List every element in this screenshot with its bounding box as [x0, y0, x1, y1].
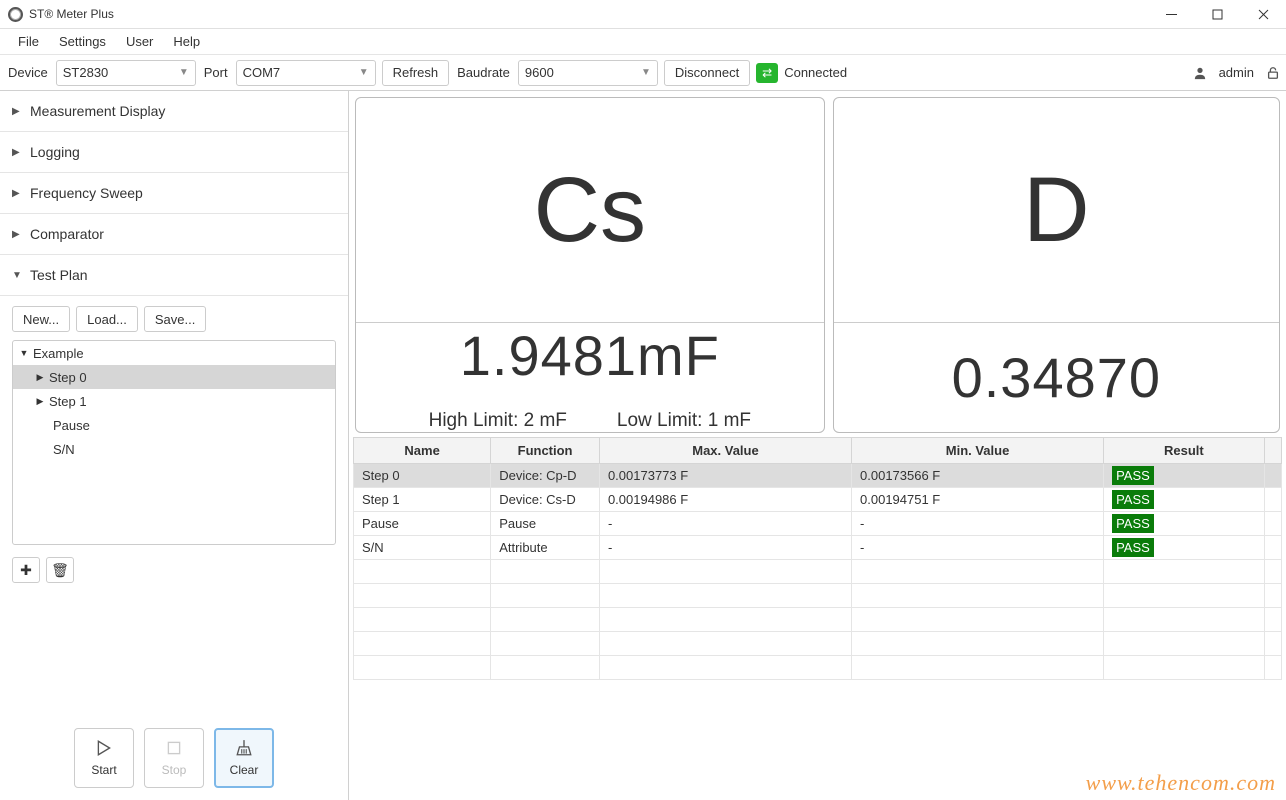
panel-primary-title: Cs [356, 98, 824, 323]
tree-item-pause[interactable]: Pause [13, 413, 335, 437]
port-select[interactable]: COM7 ▼ [236, 60, 376, 86]
window-close-button[interactable] [1240, 0, 1286, 28]
user-icon [1193, 66, 1207, 80]
chevron-down-icon: ▼ [641, 67, 651, 78]
start-button[interactable]: Start [74, 728, 134, 788]
table-row-empty [354, 560, 1282, 584]
accordion-measurement-display[interactable]: ▶Measurement Display [0, 91, 348, 132]
table-row[interactable]: PausePause--PASS [354, 512, 1282, 536]
panel-primary: Cs 1.9481mF High Limit: 2 mF Low Limit: … [355, 97, 825, 433]
stop-icon [165, 739, 183, 757]
menu-file[interactable]: File [8, 30, 49, 53]
col-max[interactable]: Max. Value [599, 438, 851, 464]
chevron-right-icon: ▶ [35, 372, 45, 383]
tree-item-step0[interactable]: ▶Step 0 [13, 365, 335, 389]
chevron-right-icon: ▶ [12, 106, 22, 117]
main-content: Cs 1.9481mF High Limit: 2 mF Low Limit: … [349, 91, 1286, 800]
save-button[interactable]: Save... [144, 306, 206, 332]
chevron-right-icon: ▶ [35, 396, 45, 407]
window-maximize-button[interactable] [1194, 0, 1240, 28]
table-header-row: Name Function Max. Value Min. Value Resu… [354, 438, 1282, 464]
col-min[interactable]: Min. Value [852, 438, 1104, 464]
refresh-button[interactable]: Refresh [382, 60, 450, 86]
broom-icon [235, 739, 253, 757]
chevron-down-icon: ▼ [179, 67, 189, 78]
plus-icon: ✚ [20, 562, 32, 579]
window-title: ST® Meter Plus [29, 7, 1148, 21]
accordion-frequency-sweep[interactable]: ▶Frequency Sweep [0, 173, 348, 214]
result-badge: PASS [1112, 466, 1154, 485]
panel-secondary: D 0.34870 [833, 97, 1280, 433]
add-item-button[interactable]: ✚ [12, 557, 40, 583]
test-plan-body: New... Load... Save... ▼Example ▶Step 0 … [0, 296, 348, 718]
menu-user[interactable]: User [116, 30, 163, 53]
panel-secondary-value: 0.34870 [952, 345, 1161, 410]
chevron-down-icon: ▼ [19, 348, 29, 358]
connection-indicator-icon: ⇄ [756, 63, 778, 83]
panel-secondary-title: D [834, 98, 1279, 323]
test-plan-controls: Start Stop Clear [0, 718, 348, 800]
accordion-logging[interactable]: ▶Logging [0, 132, 348, 173]
table-row-empty [354, 608, 1282, 632]
stop-button[interactable]: Stop [144, 728, 204, 788]
accordion-test-plan[interactable]: ▼Test Plan [0, 255, 348, 296]
sidebar: ▶Measurement Display ▶Logging ▶Frequency… [0, 91, 349, 800]
device-label: Device [8, 65, 48, 80]
clear-button[interactable]: Clear [214, 728, 274, 788]
chevron-down-icon: ▼ [12, 270, 22, 281]
result-badge: PASS [1112, 514, 1154, 533]
port-value: COM7 [243, 65, 281, 80]
col-name[interactable]: Name [354, 438, 491, 464]
toolbar: Device ST2830 ▼ Port COM7 ▼ Refresh Baud… [0, 55, 1286, 91]
panel-high-limit: High Limit: 2 mF [429, 410, 567, 432]
table-row-empty [354, 632, 1282, 656]
panel-primary-value: 1.9481mF [460, 323, 720, 388]
connection-status: Connected [784, 65, 847, 80]
chevron-down-icon: ▼ [359, 67, 369, 78]
menu-help[interactable]: Help [163, 30, 210, 53]
table-row[interactable]: S/NAttribute--PASS [354, 536, 1282, 560]
test-plan-tree: ▼Example ▶Step 0 ▶Step 1 Pause S/N [12, 340, 336, 545]
result-badge: PASS [1112, 538, 1154, 557]
tree-item-step1[interactable]: ▶Step 1 [13, 389, 335, 413]
table-row-empty [354, 656, 1282, 680]
unlock-icon[interactable] [1266, 66, 1280, 80]
chevron-right-icon: ▶ [12, 229, 22, 240]
trash-icon: 🗑 [51, 562, 69, 579]
col-result[interactable]: Result [1104, 438, 1265, 464]
window-minimize-button[interactable] [1148, 0, 1194, 28]
results-table-container: Name Function Max. Value Min. Value Resu… [349, 437, 1286, 800]
chevron-right-icon: ▶ [12, 188, 22, 199]
new-button[interactable]: New... [12, 306, 70, 332]
app-icon [8, 7, 23, 22]
col-scroll [1264, 438, 1281, 464]
results-table: Name Function Max. Value Min. Value Resu… [353, 437, 1282, 680]
device-select[interactable]: ST2830 ▼ [56, 60, 196, 86]
tree-item-sn[interactable]: S/N [13, 437, 335, 461]
menu-settings[interactable]: Settings [49, 30, 116, 53]
baud-select[interactable]: 9600 ▼ [518, 60, 658, 86]
result-badge: PASS [1112, 490, 1154, 509]
delete-item-button[interactable]: 🗑 [46, 557, 74, 583]
menubar: File Settings User Help [0, 29, 1286, 55]
panel-low-limit: Low Limit: 1 mF [617, 410, 751, 432]
load-button[interactable]: Load... [76, 306, 138, 332]
device-value: ST2830 [63, 65, 109, 80]
table-row[interactable]: Step 1Device: Cs-D0.00194986 F0.00194751… [354, 488, 1282, 512]
watermark: www.tehencom.com [1086, 770, 1276, 796]
table-row-empty [354, 584, 1282, 608]
baud-value: 9600 [525, 65, 554, 80]
user-name: admin [1219, 65, 1254, 80]
table-row[interactable]: Step 0Device: Cp-D0.00173773 F0.00173566… [354, 464, 1282, 488]
baud-label: Baudrate [457, 65, 510, 80]
tree-root[interactable]: ▼Example [13, 341, 335, 365]
window-titlebar: ST® Meter Plus [0, 0, 1286, 29]
accordion-comparator[interactable]: ▶Comparator [0, 214, 348, 255]
col-function[interactable]: Function [491, 438, 600, 464]
port-label: Port [204, 65, 228, 80]
disconnect-button[interactable]: Disconnect [664, 60, 750, 86]
chevron-right-icon: ▶ [12, 147, 22, 158]
play-icon [95, 739, 113, 757]
